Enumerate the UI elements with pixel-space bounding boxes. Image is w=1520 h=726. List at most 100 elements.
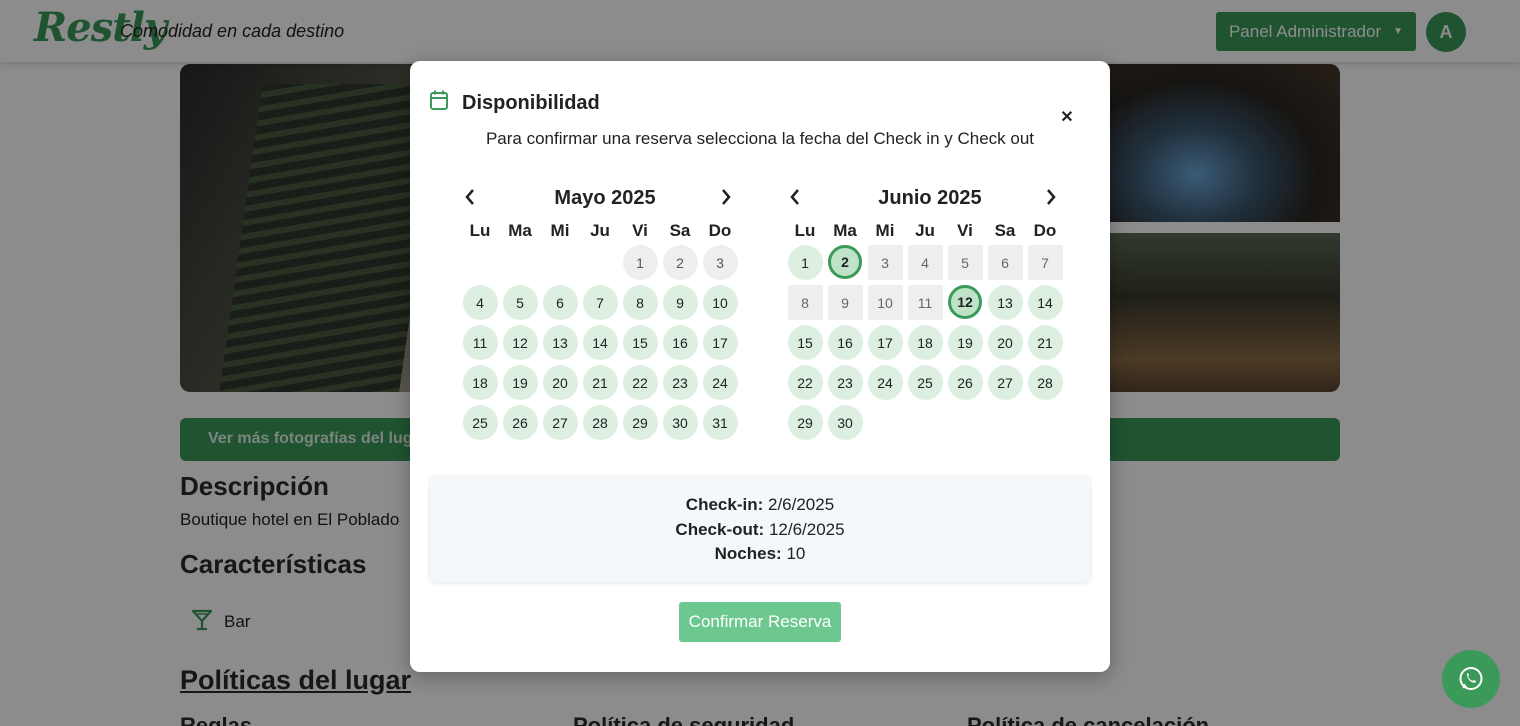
calendar-day[interactable]: 18 [907, 325, 943, 360]
weekday-row: Lu Ma Mi Ju Vi Sa Do [460, 217, 750, 245]
calendar-day: 10 [867, 285, 903, 320]
calendar-day[interactable]: 30 [662, 405, 698, 440]
calendar-day[interactable]: 26 [502, 405, 538, 440]
calendar-day[interactable]: 28 [1027, 365, 1063, 400]
calendar-day[interactable]: 13 [987, 285, 1023, 320]
calendar-day[interactable]: 9 [662, 285, 698, 320]
calendar-june: Junio 2025 Lu Ma Mi Ju Vi Sa Do 1 2 3 4 5 6 7 8 9 10 11 1… [785, 181, 1075, 445]
calendar-day[interactable]: 4 [462, 285, 498, 320]
calendar-day[interactable]: 2 [828, 245, 862, 279]
weekday-label: Vi [957, 221, 973, 240]
weekday-row: Lu Ma Mi Ju Vi Sa Do [785, 217, 1075, 245]
calendar-day[interactable]: 2 [662, 245, 698, 280]
calendar-day: 5 [947, 245, 983, 280]
calendar-day[interactable]: 28 [582, 405, 618, 440]
month-title: Mayo 2025 [554, 187, 656, 209]
day-grid: 1 2 3 4 5 6 7 8 9 10 11 12 13 14 15 16 17 18 19 20 21 22 23 24 2… [785, 245, 1075, 445]
weekday-label: Mi [550, 221, 570, 240]
calendar-day[interactable]: 12 [502, 325, 538, 360]
calendar-day: 11 [907, 285, 943, 320]
calendar-day: 9 [827, 285, 863, 320]
calendar-day[interactable]: 15 [622, 325, 658, 360]
availability-modal: Disponibilidad ✕ Para confirmar una rese… [410, 61, 1110, 672]
calendar-day[interactable]: 15 [787, 325, 823, 360]
nights-value: 10 [786, 544, 806, 563]
calendar-day[interactable]: 21 [582, 365, 618, 400]
calendar-day[interactable]: 11 [462, 325, 498, 360]
calendar-day[interactable]: 24 [702, 365, 738, 400]
calendar-day[interactable]: 22 [787, 365, 823, 400]
calendar-day[interactable]: 27 [987, 365, 1023, 400]
checkin-value: 2/6/2025 [768, 495, 835, 514]
modal-subtitle: Para confirmar una reserva selecciona la… [485, 129, 1035, 148]
calendar-day[interactable]: 22 [622, 365, 658, 400]
empty-cell [503, 245, 538, 280]
weekday-label: Lu [794, 221, 816, 240]
weekday-label: Do [1033, 221, 1057, 240]
calendar-day[interactable]: 1 [622, 245, 658, 280]
empty-cell [543, 245, 578, 280]
calendar-day[interactable]: 24 [867, 365, 903, 400]
weekday-label: Do [708, 221, 732, 240]
calendar-day: 6 [987, 245, 1023, 280]
calendar-day[interactable]: 18 [462, 365, 498, 400]
calendar-day: 8 [787, 285, 823, 320]
calendar-day[interactable]: 20 [987, 325, 1023, 360]
booking-summary: Check-in: 2/6/2025 Check-out: 12/6/2025 … [430, 476, 1090, 582]
weekday-label: Mi [875, 221, 895, 240]
calendar-day[interactable]: 17 [867, 325, 903, 360]
confirm-reservation-button[interactable]: Confirmar Reserva [679, 602, 841, 642]
month-title: Junio 2025 [878, 187, 982, 209]
calendar-day[interactable]: 21 [1027, 325, 1063, 360]
calendar-icon [430, 90, 448, 110]
nights-line: Noches: 10 [430, 542, 1090, 567]
calendar-day[interactable]: 16 [827, 325, 863, 360]
calendar-day[interactable]: 16 [662, 325, 698, 360]
next-month-icon[interactable] [1041, 185, 1061, 209]
calendar-day[interactable]: 6 [542, 285, 578, 320]
calendar-day[interactable]: 30 [827, 405, 863, 440]
checkout-value: 12/6/2025 [768, 519, 845, 539]
weekday-label: Lu [469, 221, 491, 240]
calendar-day[interactable]: 23 [827, 365, 863, 400]
calendar-day[interactable]: 26 [947, 365, 983, 400]
weekday-label: Sa [994, 221, 1016, 240]
weekday-label: Ju [915, 221, 935, 240]
calendar-day[interactable]: 29 [787, 405, 823, 440]
calendar-day: 7 [1027, 245, 1063, 280]
calendar-day[interactable]: 20 [542, 365, 578, 400]
checkin-line: Check-in: 2/6/2025 [430, 493, 1090, 518]
calendar-day[interactable]: 13 [542, 325, 578, 360]
calendar-day[interactable]: 10 [702, 285, 738, 320]
calendar-day[interactable]: 19 [502, 365, 538, 400]
whatsapp-icon [1459, 667, 1483, 690]
whatsapp-button[interactable] [1442, 650, 1500, 708]
calendar-day[interactable]: 25 [462, 405, 498, 440]
weekday-label: Vi [632, 221, 648, 240]
weekday-label: Ma [833, 221, 857, 240]
weekday-label: Ma [508, 221, 532, 240]
close-icon[interactable]: ✕ [1056, 106, 1078, 128]
calendar-day[interactable]: 19 [947, 325, 983, 360]
calendar-day: 3 [867, 245, 903, 280]
calendar-day[interactable]: 31 [702, 405, 738, 440]
calendar-day[interactable]: 12 [948, 285, 982, 319]
next-month-icon[interactable] [716, 185, 736, 209]
calendar-day[interactable]: 23 [662, 365, 698, 400]
calendar-day[interactable]: 27 [542, 405, 578, 440]
day-grid: 1 2 3 4 5 6 7 8 9 10 11 12 13 14 15 16 17 18 19 20 21 22 23 24 2… [460, 245, 750, 445]
calendar-day[interactable]: 7 [582, 285, 618, 320]
calendar-day[interactable]: 29 [622, 405, 658, 440]
calendar-day[interactable]: 8 [622, 285, 658, 320]
calendar-day[interactable]: 14 [1027, 285, 1063, 320]
empty-cell [583, 245, 618, 280]
calendar-day[interactable]: 3 [702, 245, 738, 280]
calendar-day[interactable]: 5 [502, 285, 538, 320]
calendar-day[interactable]: 25 [907, 365, 943, 400]
modal-title: Disponibilidad [462, 92, 600, 114]
calendar-day[interactable]: 17 [702, 325, 738, 360]
checkin-label: Check-in: [685, 495, 764, 514]
calendar-day[interactable]: 1 [787, 245, 823, 280]
empty-cell [463, 245, 498, 280]
calendar-day[interactable]: 14 [582, 325, 618, 360]
